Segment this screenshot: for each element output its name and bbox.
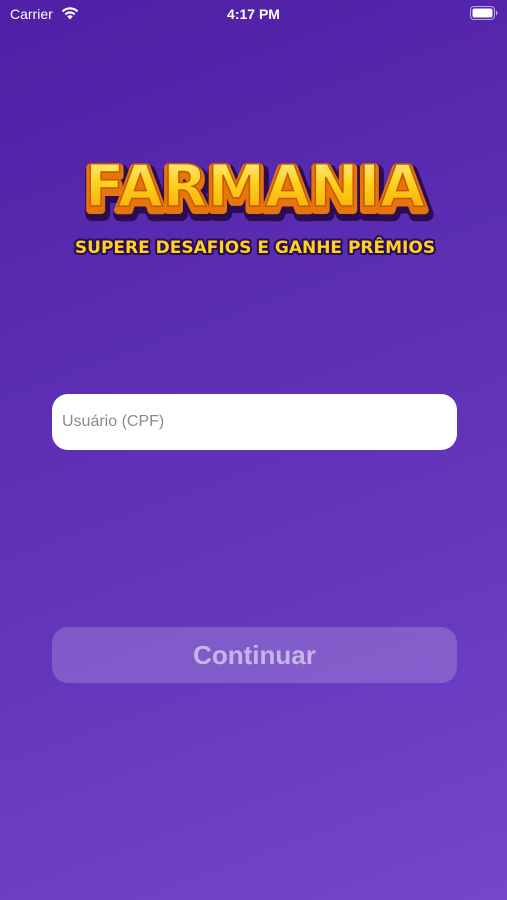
cpf-input[interactable] bbox=[52, 394, 457, 450]
continue-button[interactable]: Continuar bbox=[52, 627, 457, 683]
battery-icon bbox=[470, 6, 498, 20]
farmania-logo: FARMANIA FARMANIA FARMANIA SUPERE DESAFI… bbox=[73, 151, 437, 260]
logo-tagline: SUPERE DESAFIOS E GANHE PRÊMIOS bbox=[75, 236, 435, 258]
cpf-field-container bbox=[52, 394, 457, 450]
logo-title: FARMANIA bbox=[85, 152, 425, 220]
status-time: 4:17 PM bbox=[227, 6, 280, 22]
status-bar: Carrier 4:17 PM bbox=[0, 0, 507, 28]
